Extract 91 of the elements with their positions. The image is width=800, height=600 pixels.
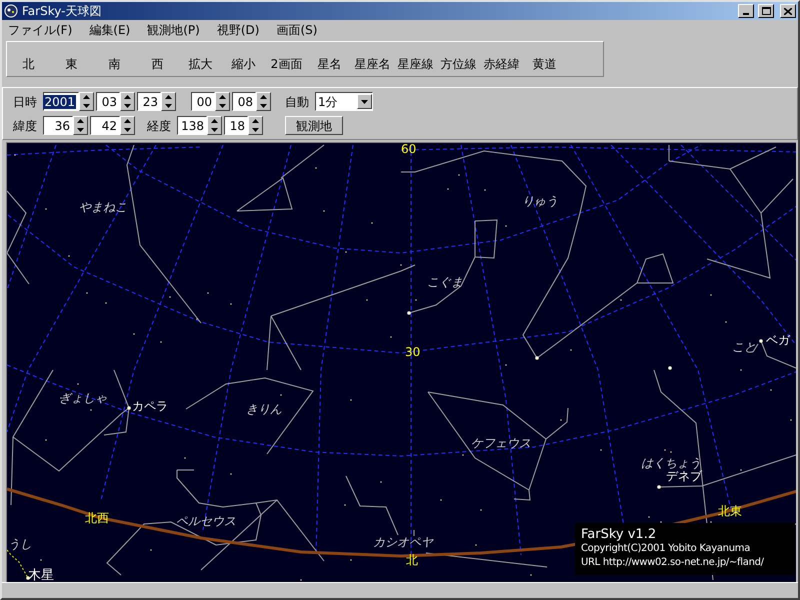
field-label: 経度 <box>147 118 171 134</box>
constellation-label: やまねこ <box>79 201 127 213</box>
field-label: 自動 <box>285 94 309 110</box>
up-arrow-icon <box>260 95 267 100</box>
constellation-label: ケフェウス <box>471 437 531 449</box>
down-arrow-icon <box>260 104 267 108</box>
credits-text: URL http://www02.so-net.ne.jp/~fland/ <box>581 556 765 570</box>
down-arrow-icon <box>211 128 218 132</box>
credits-text: Copyright(C)2001 Yobito Kayanuma <box>581 542 752 556</box>
toolbar-button[interactable]: 西 <box>136 54 179 74</box>
number-field[interactable]: 23 <box>137 92 161 111</box>
spin-button[interactable] <box>215 92 230 111</box>
down-arrow-icon <box>252 128 259 132</box>
toolbar-button[interactable]: 北 <box>7 54 50 74</box>
constellation-label: ペルセウス <box>176 515 236 527</box>
star-label: カペラ <box>132 400 168 412</box>
menu-item[interactable]: 編集(E) <box>87 20 132 38</box>
toolbar-button[interactable]: 拡大 <box>179 54 222 74</box>
toolbar-button[interactable]: 2画面 <box>265 54 308 74</box>
credits-text: FarSky v1.2 <box>581 528 658 542</box>
number-field[interactable]: 03 <box>96 92 120 111</box>
spin-button[interactable] <box>73 116 88 135</box>
spin-button[interactable] <box>79 92 94 111</box>
down-arrow-icon <box>124 128 131 132</box>
star-label: ベガ <box>766 334 790 346</box>
up-arrow-icon <box>165 95 172 100</box>
menu-item[interactable]: 視野(D) <box>214 20 262 38</box>
constellation-label: はくちょう <box>641 457 701 469</box>
toolbar-button[interactable]: 東 <box>50 54 93 74</box>
up-arrow-icon <box>83 95 90 100</box>
toolbar-button[interactable]: 縮小 <box>222 54 265 74</box>
up-arrow-icon <box>211 119 218 124</box>
maximize-button[interactable] <box>758 4 774 18</box>
down-arrow-icon <box>77 128 84 132</box>
down-arrow-icon <box>124 104 131 108</box>
toolbar-button[interactable]: 星座名 <box>351 54 394 74</box>
direction-label: 北 <box>406 554 418 566</box>
down-arrow-icon <box>165 104 172 108</box>
close-icon <box>784 8 792 14</box>
minimize-button[interactable] <box>738 4 754 18</box>
spin-button[interactable] <box>120 92 135 111</box>
observer-button[interactable]: 観測地 <box>285 116 343 135</box>
declination-label: 60 <box>401 143 416 155</box>
constellation-label: こと <box>732 341 756 353</box>
constellation-label: きりん <box>246 403 282 415</box>
menu-item[interactable]: 画面(S) <box>274 20 320 38</box>
menu-item[interactable]: 観測地(P) <box>145 20 202 38</box>
window-title: FarSky-天球図 <box>22 5 102 17</box>
up-arrow-icon <box>124 119 131 124</box>
close-button[interactable] <box>780 4 796 18</box>
app-icon <box>4 4 18 18</box>
spin-button[interactable] <box>161 92 176 111</box>
number-field[interactable]: 42 <box>90 116 120 135</box>
field-label: 緯度 <box>13 118 37 134</box>
toolbar-button[interactable]: 赤経緯 <box>480 54 523 74</box>
up-arrow-icon <box>252 119 259 124</box>
interval-dropdown[interactable]: 1分 <box>315 92 373 111</box>
dropdown-arrow-icon <box>361 100 368 104</box>
direction-label: 北東 <box>718 505 742 517</box>
number-field[interactable]: 18 <box>224 116 248 135</box>
menu-item[interactable]: ファイル(F) <box>6 20 74 38</box>
toolbar-button[interactable]: 方位線 <box>437 54 480 74</box>
number-field[interactable]: 36 <box>43 116 73 135</box>
constellation-label: カシオペヤ <box>373 536 433 548</box>
up-arrow-icon <box>77 119 84 124</box>
spin-button[interactable] <box>256 92 271 111</box>
declination-label: 30 <box>405 346 420 358</box>
field-label: 日時 <box>13 94 37 110</box>
up-arrow-icon <box>219 95 226 100</box>
direction-label: 北西 <box>85 512 109 524</box>
number-field[interactable]: 00 <box>191 92 215 111</box>
constellation-label: りゅう <box>522 195 558 207</box>
ecliptic-line <box>7 550 28 578</box>
number-field[interactable]: 2001 <box>43 92 79 111</box>
spin-button[interactable] <box>207 116 222 135</box>
toolbar-button[interactable]: 星座線 <box>394 54 437 74</box>
constellation-label: うし <box>8 538 32 550</box>
maximize-icon <box>762 7 770 15</box>
up-arrow-icon <box>124 95 131 100</box>
minimize-icon <box>743 13 749 15</box>
constellation-label: こぐま <box>427 276 463 288</box>
spin-button[interactable] <box>120 116 135 135</box>
number-field[interactable]: 08 <box>232 92 256 111</box>
toolbar-button[interactable]: 南 <box>93 54 136 74</box>
spin-button[interactable] <box>248 116 263 135</box>
number-field[interactable]: 138 <box>177 116 207 135</box>
toolbar-button[interactable]: 星名 <box>308 54 351 74</box>
down-arrow-icon <box>219 104 226 108</box>
toolbar-button[interactable]: 黄道 <box>523 54 566 74</box>
planet-label: 木星 <box>28 569 54 582</box>
down-arrow-icon <box>83 104 90 108</box>
